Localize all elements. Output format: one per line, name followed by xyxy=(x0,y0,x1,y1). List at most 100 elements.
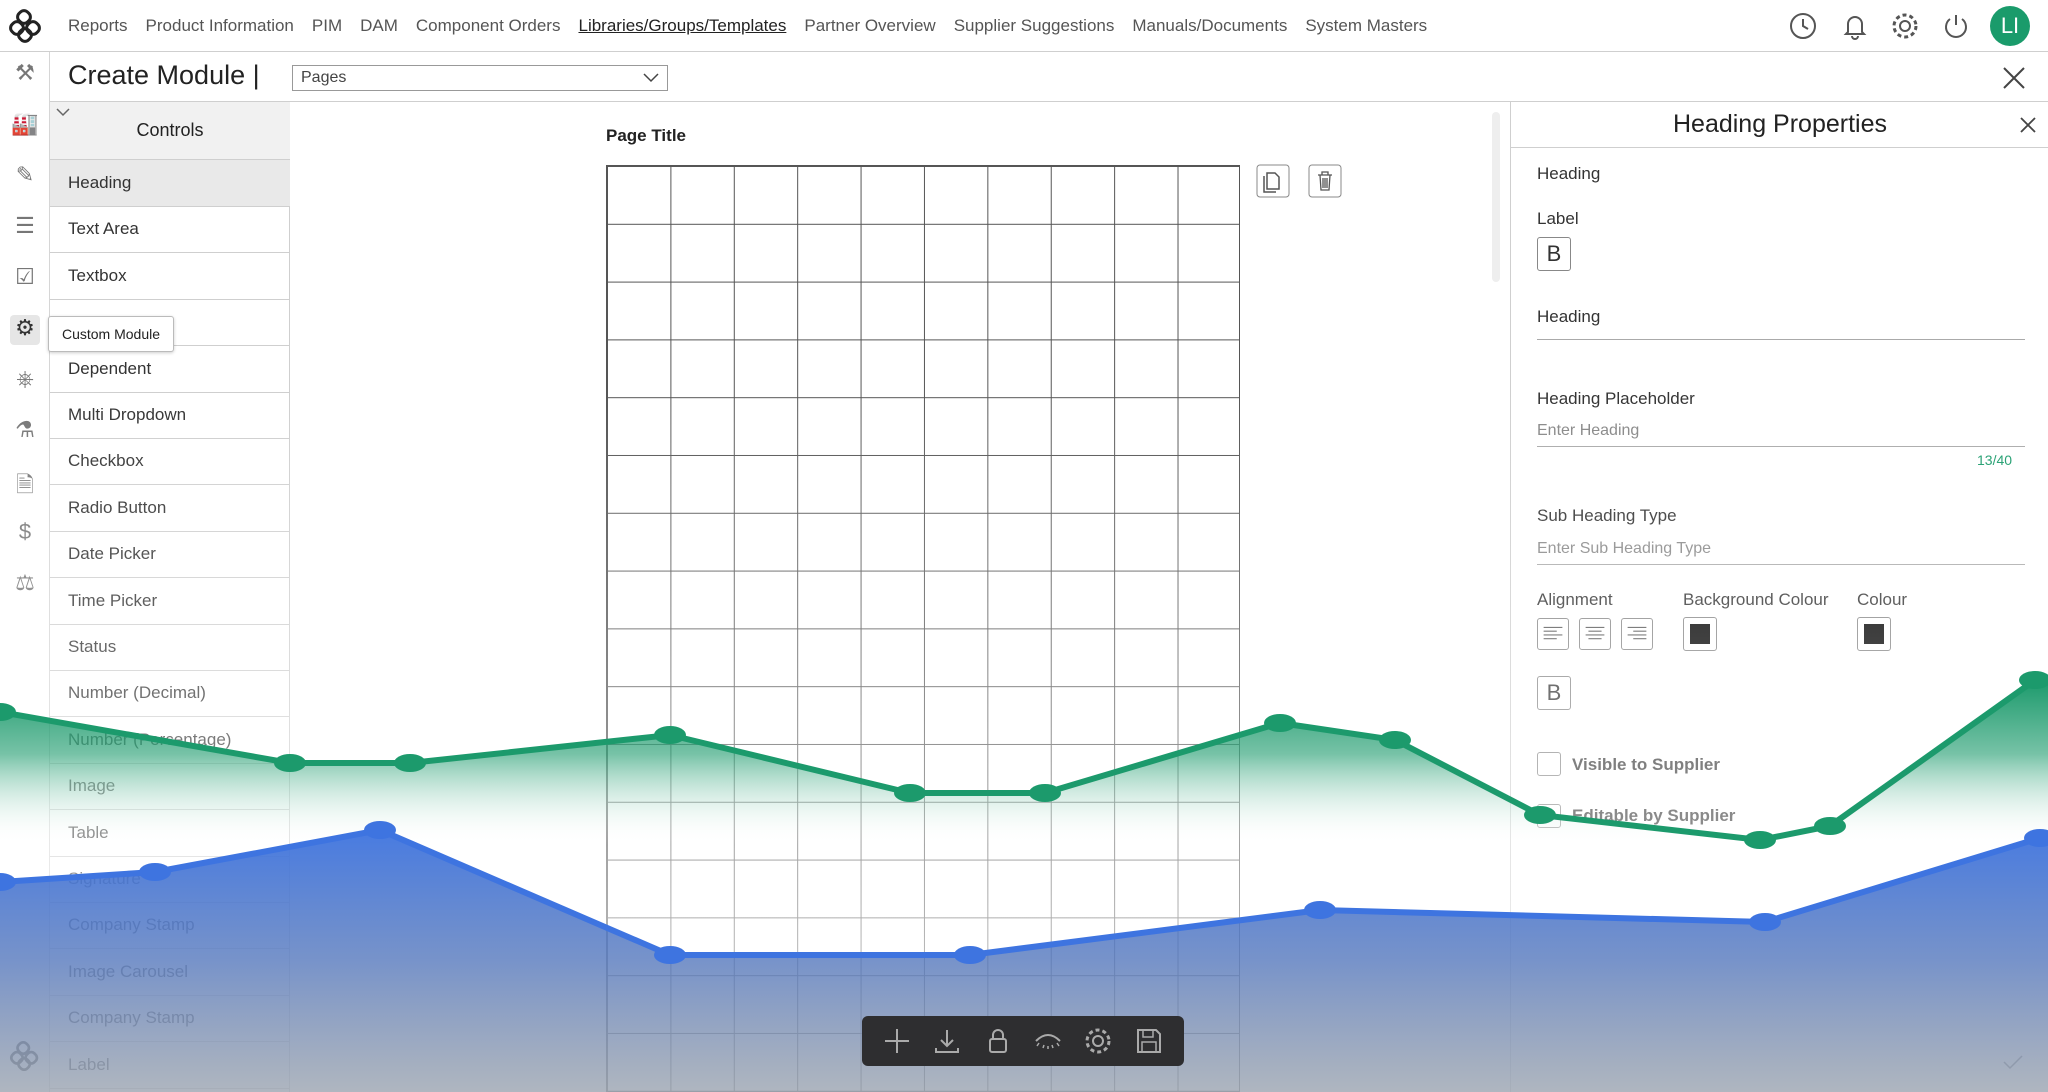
nav-link-system-masters[interactable]: System Masters xyxy=(1305,16,1427,36)
control-item[interactable]: Number (Percentage) xyxy=(50,717,290,764)
visible-to-supplier-label: Visible to Supplier xyxy=(1572,755,1720,774)
copy-icon[interactable] xyxy=(1256,164,1290,198)
control-item[interactable]: Table xyxy=(50,810,290,857)
char-counter: 13/40 xyxy=(1977,452,2013,468)
nav-link-supplier-suggestions[interactable]: Supplier Suggestions xyxy=(954,16,1115,36)
plus-icon[interactable] xyxy=(882,1026,912,1056)
dashboard-icon[interactable]: ⚒ xyxy=(10,60,40,90)
alignment-label: Alignment xyxy=(1537,590,1613,609)
align-left-icon[interactable] xyxy=(1537,618,1569,650)
control-item[interactable]: Textbox xyxy=(50,253,290,300)
module-header: Create Module | Pages xyxy=(50,52,2048,102)
align-right-icon[interactable] xyxy=(1621,618,1653,650)
controls-header: Controls xyxy=(50,102,290,160)
heading-field-label: Heading xyxy=(1537,307,1601,326)
chevron-down-icon xyxy=(643,73,659,83)
org-icon[interactable]: ⚖ xyxy=(10,570,40,600)
visible-to-supplier-checkbox[interactable] xyxy=(1537,752,1561,776)
control-item[interactable]: Radio Button xyxy=(50,485,290,532)
control-item[interactable]: Image Carousel xyxy=(50,949,290,996)
building-icon[interactable]: 🏭 xyxy=(10,111,40,141)
gear-icon[interactable] xyxy=(1083,1026,1113,1056)
ruler-icon[interactable]: ✎ xyxy=(10,162,40,192)
control-item[interactable]: Company Stamp xyxy=(50,902,290,950)
page-type-select[interactable]: Pages xyxy=(292,65,668,91)
label-section-label: Label xyxy=(1537,209,1579,228)
control-item[interactable]: Company Stamp xyxy=(50,995,290,1043)
nav-link-libraries-groups-templates[interactable]: Libraries/Groups/Templates xyxy=(578,16,786,36)
nav-link-dam[interactable]: DAM xyxy=(360,16,398,36)
control-item[interactable]: Dependent xyxy=(50,346,290,393)
controls-panel: Controls Heading Text Area Textbox Dependen… xyxy=(50,102,290,1092)
control-item[interactable]: Number (Decimal) xyxy=(50,670,290,718)
page-title: Create Module | xyxy=(68,60,260,90)
canvas-scrollbar[interactable] xyxy=(1492,112,1500,282)
chevron-down-icon[interactable] xyxy=(56,108,70,118)
eye-icon[interactable] xyxy=(1033,1026,1063,1056)
heading-properties-panel: Heading Properties Heading Label B Headi… xyxy=(1510,102,2048,1092)
brand-logo-icon xyxy=(9,1040,41,1077)
nav-link-pim[interactable]: PIM xyxy=(312,16,342,36)
trash-icon[interactable] xyxy=(1308,164,1342,198)
document-icon[interactable]: 🗎 xyxy=(10,468,40,498)
left-icon-rail: ⚒ 🏭 ✎ ☰ ☑ ⚙ ⎈ ⚗ 🗎 $ ⚖ xyxy=(0,52,50,1092)
data-point-blue xyxy=(1304,901,1336,919)
background-colour-label: Background Colour xyxy=(1683,590,1829,609)
nav-links: Reports Product Information PIM DAM Componen… xyxy=(68,0,1427,52)
editable-by-supplier-checkbox[interactable] xyxy=(1537,804,1561,828)
nav-link-component-orders[interactable]: Component Orders xyxy=(416,16,561,36)
app-logo-icon[interactable] xyxy=(8,8,44,44)
close-icon[interactable] xyxy=(2002,66,2026,90)
layout-grid[interactable] xyxy=(606,165,1240,1092)
check-icon[interactable] xyxy=(2003,1054,2023,1070)
close-icon[interactable] xyxy=(2019,116,2037,134)
custom-module-icon[interactable]: ⚙ xyxy=(10,315,40,345)
label-bold-button[interactable]: B xyxy=(1537,237,1571,271)
control-item[interactable]: Time Picker xyxy=(50,578,290,625)
subheading-type-input[interactable]: Enter Sub Heading Type xyxy=(1537,540,2025,565)
save-icon[interactable] xyxy=(1134,1026,1164,1056)
history-icon[interactable] xyxy=(1788,11,1818,41)
align-center-icon[interactable] xyxy=(1579,618,1611,650)
data-point-green xyxy=(1379,731,1411,749)
control-item[interactable]: Date Picker xyxy=(50,531,290,579)
properties-title: Heading Properties xyxy=(1511,102,2048,148)
control-item[interactable]: Image xyxy=(50,763,290,811)
controls-title: Controls xyxy=(136,120,204,140)
colour-label: Colour xyxy=(1857,590,1908,609)
bell-icon[interactable] xyxy=(1840,11,1870,41)
flask-icon[interactable]: ⚗ xyxy=(10,417,40,447)
nav-link-reports[interactable]: Reports xyxy=(68,16,128,36)
nav-link-product-information[interactable]: Product Information xyxy=(146,16,294,36)
control-item[interactable]: Heading xyxy=(50,160,290,207)
data-point-green xyxy=(1264,714,1296,732)
download-icon[interactable] xyxy=(932,1026,962,1056)
nav-link-manuals-documents[interactable]: Manuals/Documents xyxy=(1132,16,1287,36)
list-icon[interactable]: ☰ xyxy=(10,213,40,243)
lock-icon[interactable] xyxy=(983,1026,1013,1056)
tooltip: Custom Module xyxy=(48,316,174,352)
bold-button[interactable]: B xyxy=(1537,676,1571,710)
control-item[interactable]: Checkbox xyxy=(50,438,290,486)
control-item[interactable]: Multi Dropdown xyxy=(50,392,290,439)
control-item[interactable]: Label xyxy=(50,1042,290,1089)
background-colour-swatch[interactable] xyxy=(1683,617,1717,651)
checklist-icon[interactable]: ☑ xyxy=(10,264,40,294)
power-icon[interactable] xyxy=(1941,11,1971,41)
nav-link-partner-overview[interactable]: Partner Overview xyxy=(804,16,935,36)
colour-swatch[interactable] xyxy=(1857,617,1891,651)
data-point-blue xyxy=(364,821,396,839)
heading-placeholder-input[interactable]: Enter Heading xyxy=(1537,422,2025,447)
heading-field[interactable] xyxy=(1537,338,2025,340)
top-navigation-bar: Reports Product Information PIM DAM Componen… xyxy=(0,0,2048,52)
heading-placeholder-label: Heading Placeholder xyxy=(1537,389,1695,408)
subheading-type-label: Sub Heading Type xyxy=(1537,506,1677,525)
gear-icon[interactable] xyxy=(1890,11,1920,41)
control-item[interactable]: Text Area xyxy=(50,206,290,254)
editor-toolbar xyxy=(862,1016,1184,1066)
avatar[interactable]: LI xyxy=(1990,6,2030,46)
dollar-icon[interactable]: $ xyxy=(10,519,40,549)
control-item[interactable]: Signature xyxy=(50,856,290,903)
passport-icon[interactable]: ⎈ xyxy=(10,366,40,396)
control-item[interactable]: Status xyxy=(50,624,290,671)
